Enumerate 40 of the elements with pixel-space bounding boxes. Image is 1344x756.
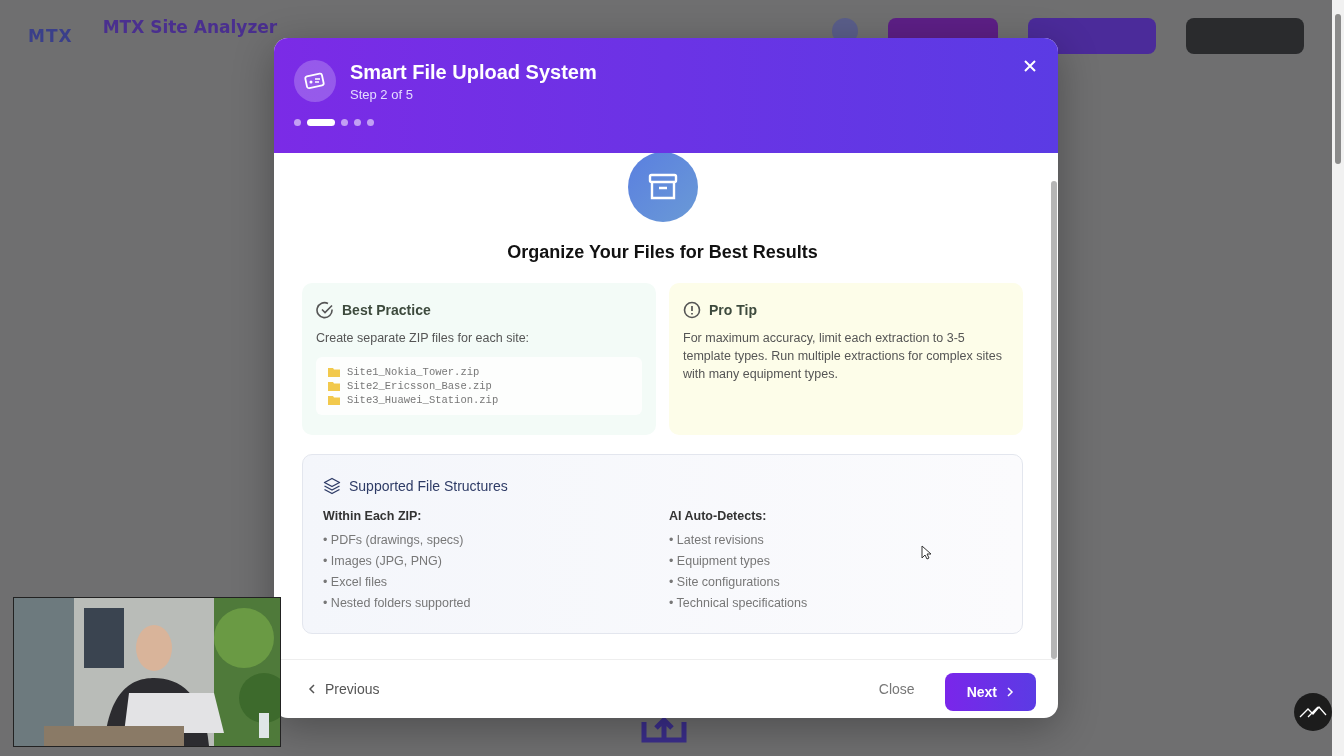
close-button[interactable]: Close xyxy=(862,673,931,705)
card-title: Best Practice xyxy=(342,302,431,318)
check-circle-icon xyxy=(316,301,334,319)
folder-icon xyxy=(328,367,340,377)
logo-icon xyxy=(1294,693,1332,731)
column-heading: Within Each ZIP: xyxy=(323,509,423,523)
file-name: Site3_Huawei_Station.zip xyxy=(347,393,499,407)
step-label: Step 2 of 5 xyxy=(350,86,414,102)
chevron-right-icon xyxy=(1007,687,1014,697)
section-heading: Organize Your Files for Best Results xyxy=(506,242,819,263)
chevron-left-icon xyxy=(308,684,315,694)
modal-title: Smart File Upload System xyxy=(350,60,597,84)
next-button[interactable]: Next xyxy=(944,673,1036,711)
file-name: Site2_Ericsson_Base.zip xyxy=(347,379,492,393)
card-title: Supported File Structures xyxy=(349,478,508,494)
list-item: • Images (JPG, PNG) xyxy=(323,553,442,570)
scrollbar[interactable] xyxy=(1332,0,1344,756)
list-item: • Nested folders supported xyxy=(323,595,471,612)
card-text: Create separate ZIP files for each site: xyxy=(316,330,531,347)
ticket-icon xyxy=(304,71,326,91)
previous-button[interactable]: Previous xyxy=(304,675,384,703)
app-title: MTX Site Analyzer xyxy=(102,18,278,36)
folder-icon xyxy=(328,395,340,405)
list-item: • Latest revisions xyxy=(669,532,764,549)
cursor-icon xyxy=(921,545,931,560)
card-title: Pro Tip xyxy=(709,302,757,318)
folder-icon xyxy=(328,381,340,391)
list-item: • PDFs (drawings, specs) xyxy=(323,532,464,549)
archive-icon xyxy=(646,172,679,202)
layers-icon xyxy=(323,477,341,495)
close-icon xyxy=(1024,60,1036,72)
file-name: Site1_Nokia_Tower.zip xyxy=(347,365,480,379)
scrollbar[interactable] xyxy=(1051,181,1057,659)
list-item: • Site configurations xyxy=(669,574,780,591)
list-item: • Technical specifications xyxy=(669,595,808,612)
alert-circle-icon xyxy=(683,301,701,319)
list-item: • Equipment types xyxy=(669,553,770,570)
list-item: • Excel files xyxy=(323,574,388,591)
column-heading: AI Auto-Detects: xyxy=(669,509,768,523)
card-text: For maximum accuracy, limit each extraction to 3-5 template types. Run multiple extractions for complex sites with many equipment types. xyxy=(683,330,1003,383)
